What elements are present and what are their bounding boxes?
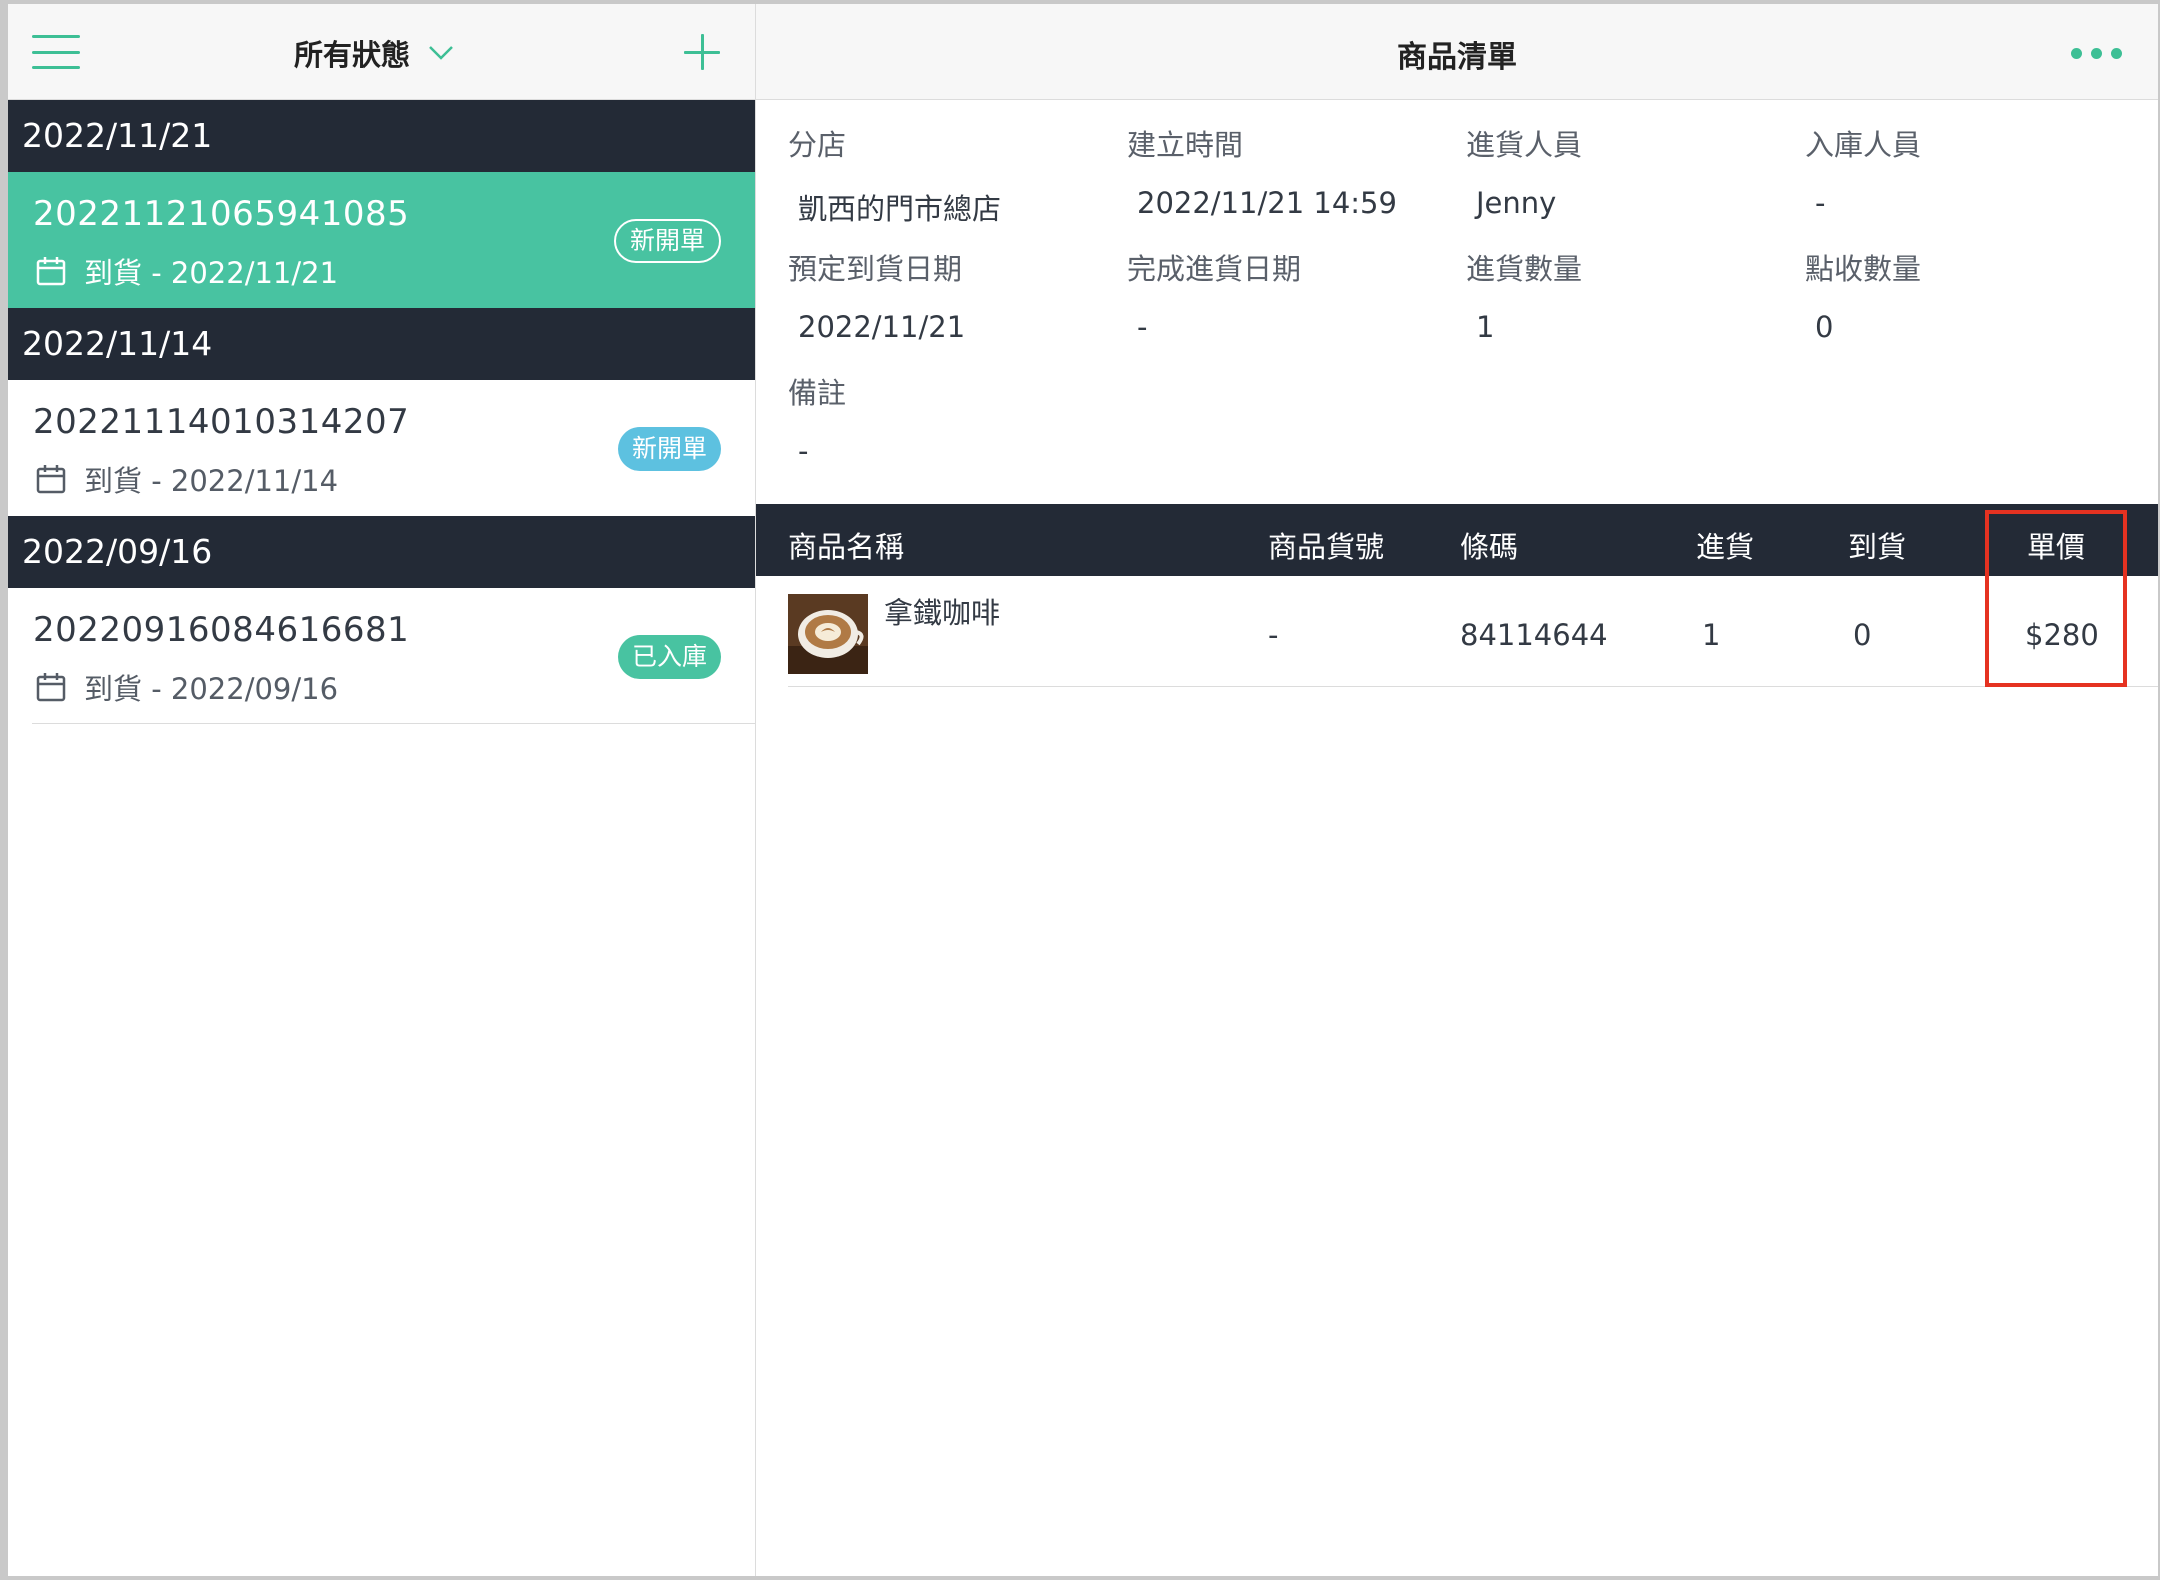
- menu-icon[interactable]: [32, 35, 80, 69]
- order-list-panel: 所有狀態 2022/11/21 20221121065941085 到貨 - 2…: [8, 4, 756, 1576]
- column-header-purchase: 進貨: [1696, 530, 1755, 564]
- page-title: 商品清單: [1397, 40, 1517, 75]
- created-field: 建立時間 2022/11/21 14:59: [1127, 122, 1397, 220]
- field-value: 2022/11/21: [798, 310, 966, 344]
- field-value: 0: [1815, 310, 1834, 344]
- purchase-qty-field: 進貨數量 1: [1466, 246, 1582, 344]
- status-filter-label: 所有狀態: [294, 38, 411, 72]
- date-group-header: 2022/11/21: [8, 100, 755, 172]
- field-value: -: [1815, 186, 1826, 220]
- order-number: 20220916084616681: [33, 610, 410, 650]
- app-window: 所有狀態 2022/11/21 20221121065941085 到貨 - 2…: [8, 4, 2158, 1576]
- order-arrival: 到貨 - 2022/09/16: [36, 666, 338, 708]
- field-value: -: [798, 434, 809, 468]
- field-label: 建立時間: [1127, 128, 1244, 162]
- detail-panel: 商品清單 分店 凱西的門市總店 建立時間 2022/11/21 14:59 進貨…: [756, 4, 2158, 1576]
- chevron-down-icon: [429, 46, 453, 60]
- column-header-barcode: 條碼: [1460, 530, 1519, 564]
- calendar-icon: [36, 673, 66, 702]
- detail-toolbar: 商品清單: [756, 4, 2158, 100]
- field-label: 分店: [788, 128, 847, 162]
- field-label: 完成進貨日期: [1127, 252, 1302, 286]
- product-price: $280: [2025, 618, 2099, 652]
- column-header-sku: 商品貨號: [1268, 530, 1385, 564]
- order-info-grid: 分店 凱西的門市總店 建立時間 2022/11/21 14:59 進貨人員 Je…: [756, 100, 2158, 508]
- product-sku: -: [1268, 618, 1279, 652]
- field-label: 入庫人員: [1805, 128, 1922, 162]
- product-name: 拿鐵咖啡: [884, 596, 1001, 630]
- expected-date-field: 預定到貨日期 2022/11/21: [788, 246, 965, 344]
- add-order-icon[interactable]: [684, 34, 720, 70]
- field-label: 備註: [788, 376, 847, 410]
- field-label: 進貨人員: [1466, 128, 1583, 162]
- product-barcode: 84114644: [1460, 618, 1608, 652]
- field-value: 1: [1476, 310, 1495, 344]
- arrival-date-label: 到貨 - 2022/11/21: [84, 256, 339, 290]
- completed-date-field: 完成進貨日期 -: [1127, 246, 1301, 344]
- status-badge: 已入庫: [617, 635, 721, 679]
- status-filter-dropdown[interactable]: 所有狀態: [294, 32, 454, 74]
- branch-field: 分店 凱西的門市總店: [788, 122, 1001, 228]
- order-item[interactable]: 20221114010314207 到貨 - 2022/11/14 新開單: [8, 380, 755, 516]
- column-header-arrival: 到貨: [1848, 530, 1907, 564]
- table-row[interactable]: 拿鐵咖啡 - 84114644 1 0 $280: [788, 576, 2158, 687]
- order-number: 20221114010314207: [33, 402, 410, 442]
- note-field: 備註 -: [788, 370, 846, 468]
- column-header-name: 商品名稱: [788, 530, 905, 564]
- product-arrival-qty: 0: [1853, 618, 1872, 652]
- checked-qty-field: 點收數量 0: [1805, 246, 1921, 344]
- field-value: 凱西的門市總店: [798, 192, 1002, 226]
- date-group-header: 2022/09/16: [8, 516, 755, 588]
- column-header-price: 單價: [2027, 530, 2086, 564]
- field-value: Jenny: [1476, 186, 1557, 220]
- order-arrival: 到貨 - 2022/11/14: [36, 458, 338, 500]
- calendar-icon: [36, 257, 66, 286]
- product-thumbnail: [788, 594, 868, 674]
- order-arrival: 到貨 - 2022/11/21: [36, 250, 338, 292]
- date-group-header: 2022/11/14: [8, 308, 755, 380]
- arrival-date-label: 到貨 - 2022/09/16: [84, 672, 339, 706]
- arrival-date-label: 到貨 - 2022/11/14: [84, 464, 339, 498]
- order-number: 20221121065941085: [33, 194, 410, 234]
- calendar-icon: [36, 465, 66, 494]
- order-item[interactable]: 20220916084616681 到貨 - 2022/09/16 已入庫: [32, 588, 755, 724]
- stocker-field: 入庫人員 -: [1805, 122, 1921, 220]
- order-item[interactable]: 20221121065941085 到貨 - 2022/11/21 新開單: [8, 172, 755, 308]
- field-value: 2022/11/21 14:59: [1137, 186, 1397, 220]
- product-purchase-qty: 1: [1702, 618, 1721, 652]
- field-label: 進貨數量: [1466, 252, 1583, 286]
- purchaser-field: 進貨人員 Jenny: [1466, 122, 1582, 220]
- field-label: 預定到貨日期: [788, 252, 963, 286]
- field-value: -: [1137, 310, 1148, 344]
- status-badge: 新開單: [613, 219, 721, 263]
- field-label: 點收數量: [1805, 252, 1922, 286]
- status-badge: 新開單: [617, 427, 721, 471]
- list-toolbar: 所有狀態: [8, 4, 755, 100]
- product-table-header: 商品名稱 商品貨號 條碼 進貨 到貨 單價: [756, 504, 2158, 576]
- more-options-icon[interactable]: [2071, 48, 2122, 59]
